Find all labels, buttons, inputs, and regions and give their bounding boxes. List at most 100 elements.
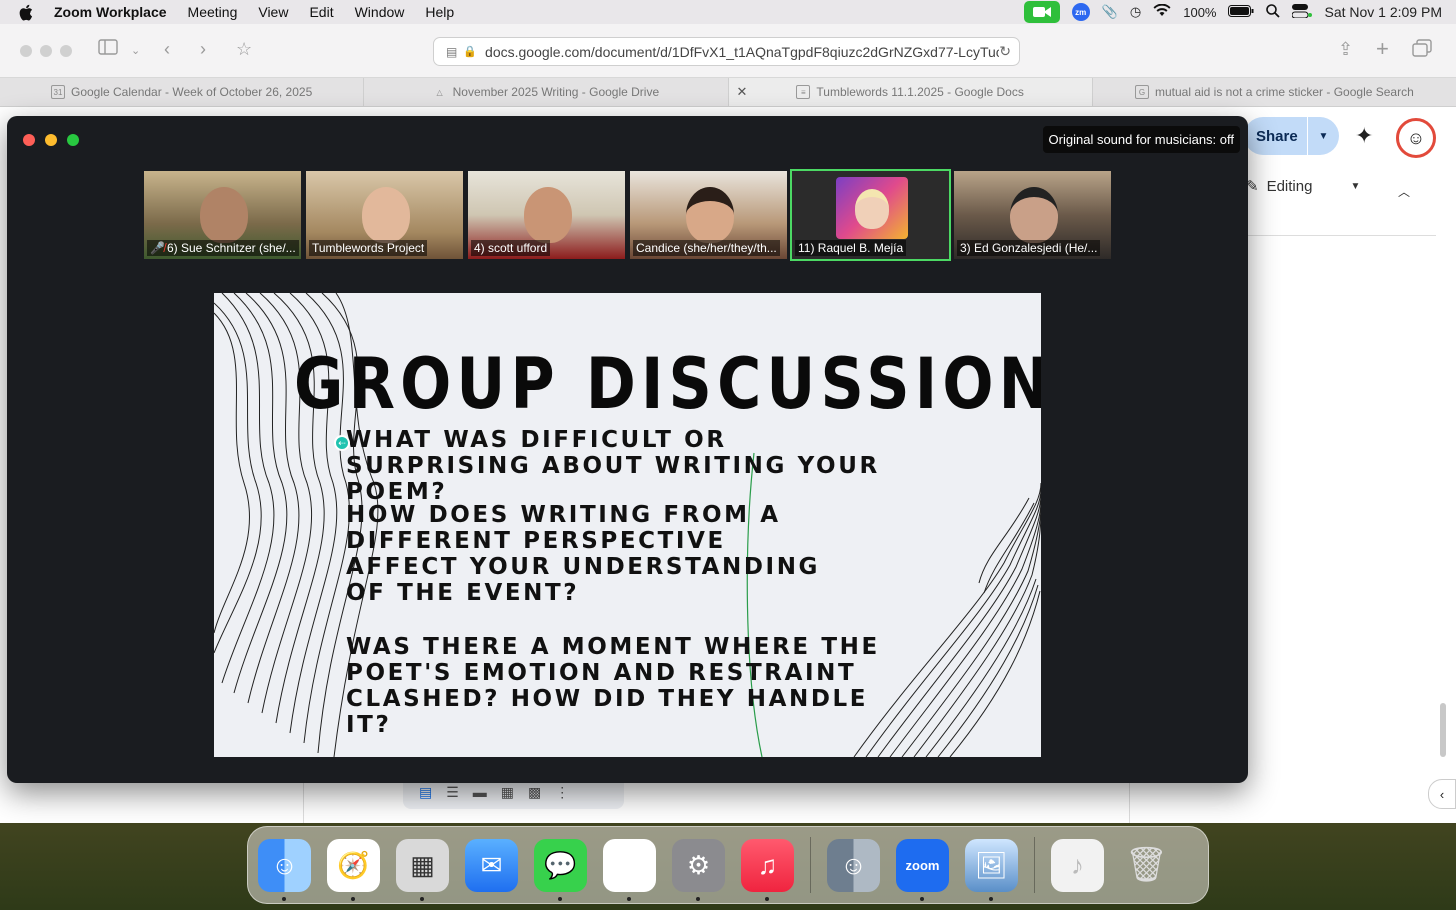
tab-label: Tumblewords 11.1.2025 - Google Docs [816,85,1024,99]
system-settings-icon[interactable]: ⚙ [672,838,725,901]
more-options-icon[interactable]: ⋮ [555,784,569,801]
drive-icon: △ [436,87,443,97]
close-tab-icon[interactable]: ✕ [737,84,748,100]
break-text-icon[interactable]: ▬ [473,784,487,800]
editing-mode-label: Editing [1266,177,1313,195]
apple-menu-icon[interactable] [18,4,36,21]
participant-name: 3) Ed Gonzalesjedi (He/... [957,240,1101,256]
menu-zoom-workplace[interactable]: Zoom Workplace [54,4,167,20]
inline-wrap-icon[interactable]: ▤ [419,784,432,801]
chevron-down-icon: ▼ [1350,180,1361,192]
tab-group-chevron-icon[interactable]: ⌄ [131,44,140,57]
tab-google-docs[interactable]: ✕ ≡ Tumblewords 11.1.2025 - Google Docs [728,78,1093,106]
tab-label: Google Calendar - Week of October 26, 20… [70,85,313,99]
back-arrow-icon[interactable]: ‹ [164,39,170,60]
battery-percent: 100% [1183,4,1217,20]
participant-name: 🎤̸ 6) Sue Schnitzer (she/... [147,240,299,256]
participant-tile[interactable]: Tumblewords Project [304,169,465,261]
share-button[interactable]: Share ▼ [1244,117,1339,155]
zoom-app-icon[interactable]: zoom [896,838,949,901]
photos-icon[interactable]: ✿ [603,838,656,901]
menu-edit[interactable]: Edit [309,4,333,20]
share-dropdown-icon[interactable]: ▼ [1307,117,1339,155]
sidebar-toggle-icon[interactable] [98,39,118,60]
participant-name: Tumblewords Project [309,240,428,256]
control-center-icon[interactable] [1291,3,1313,21]
url-text[interactable]: docs.google.com/document/d/1DfFvX1_t1AQn… [485,44,999,60]
finder-recent-icon[interactable]: ☺ [827,838,880,892]
zoom-camera-status-icon[interactable] [1023,1,1060,23]
participant-name: Candice (she/her/they/th... [633,240,780,256]
calculator-icon[interactable]: ▦ [396,838,449,901]
zoom-close-button[interactable] [23,134,35,146]
menu-view[interactable]: View [258,4,288,20]
music-icon[interactable]: ♫ [741,838,794,901]
bookmark-star-icon[interactable]: ☆ [236,39,252,60]
slide-question-2: HOW DOES WRITING FROM A DIFFERENT PERSPE… [346,502,821,606]
menu-window[interactable]: Window [355,4,405,20]
participant-video-strip: 🎤̸ 6) Sue Schnitzer (she/... Tumblewords … [142,169,1113,261]
address-bar[interactable]: ▤ 🔒 docs.google.com/document/d/1DfFvX1_t… [433,37,1020,66]
google-icon: G [1134,85,1149,99]
spotlight-search-icon[interactable] [1266,3,1281,21]
menubar-clock[interactable]: Sat Nov 1 2:09 PM [1324,4,1442,20]
trash-icon[interactable]: 🗑 [1120,839,1173,892]
participant-tile-active-speaker[interactable]: 11) Raquel B. Mejía [790,169,951,261]
slide-question-1: WHAT WAS DIFFICULT OR SURPRISING ABOUT W… [346,427,880,505]
menu-meeting[interactable]: Meeting [188,4,238,20]
share-button-label: Share [1256,127,1298,145]
participant-tile[interactable]: Candice (she/her/they/th... [628,169,789,261]
participant-tile[interactable]: 4) scott ufford [466,169,627,261]
dock-divider [810,837,811,893]
tab-google-drive[interactable]: △ November 2025 Writing - Google Drive [364,78,729,106]
wifi-icon[interactable] [1153,3,1171,20]
muted-mic-icon: 🎤̸ [150,241,165,255]
zoom-app-label: zoom [905,857,940,873]
macos-dock: ☺ 🧭 ▦ ✉ 💬 ✿ ⚙ ♫ ☺ zoom 🖼 ♪ 🗑 [247,826,1209,904]
tab-google-search[interactable]: G mutual aid is not a crime sticker - Go… [1093,78,1456,106]
mail-icon[interactable]: ✉ [465,838,518,892]
wrap-text-icon[interactable]: ☰ [446,784,459,801]
safari-toolbar: ⌄ ‹ › ☆ ▤ 🔒 docs.google.com/document/d/1… [0,24,1456,78]
window-minimize-button[interactable] [40,45,52,57]
page-settings-icon[interactable]: ▤ [446,45,457,59]
forward-arrow-icon[interactable]: › [200,39,206,60]
share-icon[interactable]: ⇪ [1338,39,1353,60]
paperclip-icon[interactable]: 📎 [1102,4,1118,20]
editing-mode-dropdown[interactable]: ✎ Editing ▼ [1246,177,1361,196]
preview-icon[interactable]: 🖼 [965,838,1018,901]
side-panel-toggle-button[interactable]: ‹ [1428,779,1456,809]
battery-icon[interactable] [1228,4,1254,20]
zoom-meeting-window: Original sound for musicians: off 🎤̸ 6) S… [7,116,1248,783]
new-tab-plus-icon[interactable]: + [1376,36,1389,62]
safari-icon[interactable]: 🧭 [327,838,380,901]
zoom-menubar-icon[interactable]: zm [1071,3,1090,21]
zoom-fullscreen-button[interactable] [67,134,79,146]
time-machine-icon[interactable]: ◷ [1130,4,1141,20]
finder-icon[interactable]: ☺ [258,838,311,901]
participant-name: 4) scott ufford [471,240,551,256]
vertical-scrollbar[interactable] [1440,703,1446,757]
tab-overview-icon[interactable] [1412,39,1432,62]
chevron-left-icon: ‹ [1439,786,1445,802]
front-text-icon[interactable]: ▩ [528,784,541,801]
participant-tile[interactable]: 3) Ed Gonzalesjedi (He/... [952,169,1113,261]
window-zoom-button[interactable] [60,45,72,57]
zoom-minimize-button[interactable] [45,134,57,146]
collapse-menu-chevron-icon[interactable]: ︿ [1398,183,1410,200]
slide-title: GROUP DISCUSSION [294,343,1041,425]
original-sound-badge[interactable]: Original sound for musicians: off [1042,126,1240,153]
tab-google-calendar[interactable]: 31 Google Calendar - Week of October 26,… [0,78,365,106]
behind-text-icon[interactable]: ▦ [501,784,514,801]
participant-tile[interactable]: 🎤̸ 6) Sue Schnitzer (she/... [142,169,303,261]
window-close-button[interactable] [20,45,32,57]
dock-divider [1034,837,1035,893]
music-folder-icon[interactable]: ♪ [1051,838,1104,892]
gemini-sparkle-icon[interactable]: ✦ [1355,123,1373,149]
calendar-icon: 31 [50,85,65,99]
menu-help[interactable]: Help [425,4,454,20]
user-avatar[interactable]: ☺ [1396,118,1436,158]
messages-icon[interactable]: 💬 [534,838,587,901]
slide-question-3: WAS THERE A MOMENT WHERE THE POET'S EMOT… [346,634,880,738]
reload-icon[interactable]: ↻ [999,43,1011,60]
